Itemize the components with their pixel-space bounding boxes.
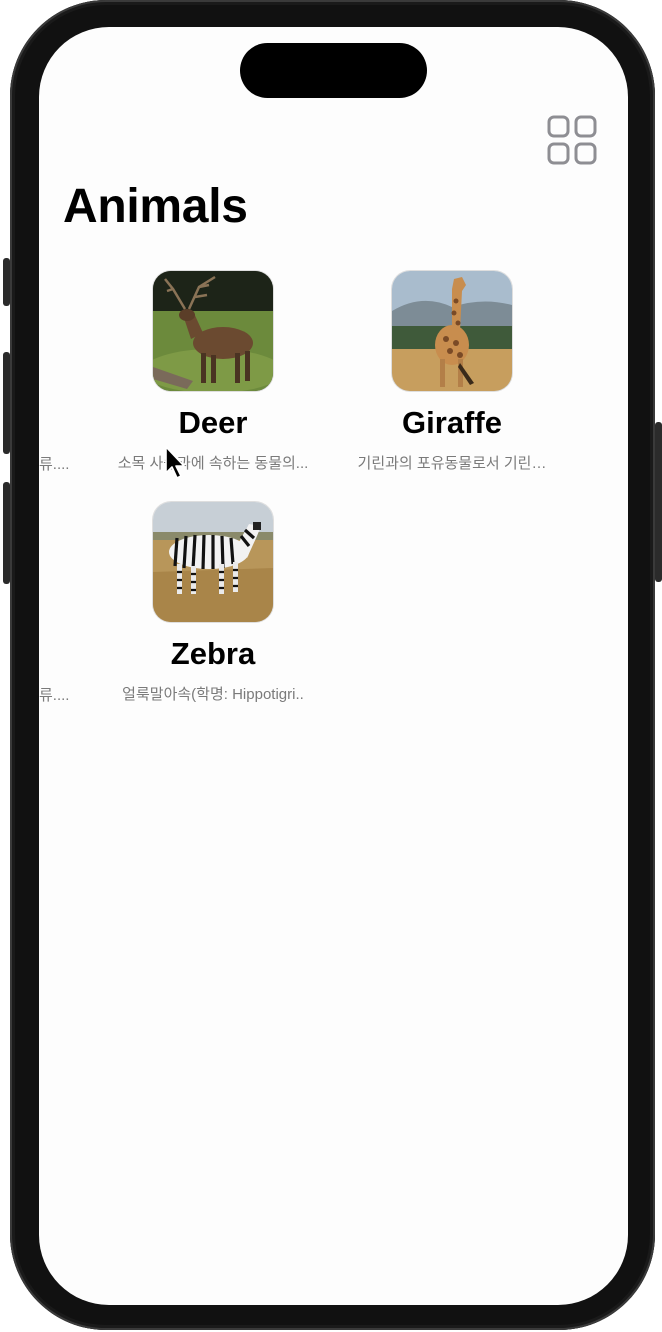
action-button xyxy=(3,258,10,306)
animal-card-deer[interactable]: Deer 소목 사슴과에 속하는 동물의... xyxy=(113,271,313,481)
giraffe-photo[interactable] xyxy=(392,271,512,391)
phone-device: Animals 류.... 류.... Deer 소목 사슴과에 속하는 동물의… xyxy=(0,0,662,1332)
animal-card-zebra[interactable]: Zebra 얼룩말아속(학명: Hippotigri.. xyxy=(113,502,313,712)
animal-description: 소목 사슴과에 속하는 동물의... xyxy=(117,455,309,472)
animal-description: 기린과의 포유동물로서 기린… xyxy=(357,455,547,472)
animal-description: 얼룩말아속(학명: Hippotigri.. xyxy=(122,686,304,703)
animal-name: Deer xyxy=(178,405,248,440)
power-button xyxy=(655,422,662,582)
volume-down-button xyxy=(3,482,10,584)
offscreen-description: 류.... xyxy=(39,687,70,704)
animal-card-giraffe[interactable]: Giraffe 기린과의 포유동물로서 기린… xyxy=(352,271,552,481)
layout-toggle-button[interactable] xyxy=(545,113,599,167)
deer-photo[interactable] xyxy=(153,271,273,391)
app-screen: Animals 류.... 류.... Deer 소목 사슴과에 속하는 동물의… xyxy=(39,27,628,1305)
offscreen-description: 류.... xyxy=(39,456,70,473)
volume-up-button xyxy=(3,352,10,454)
animal-name: Giraffe xyxy=(402,405,502,440)
page-title: Animals xyxy=(63,180,248,233)
zebra-photo[interactable] xyxy=(153,502,273,622)
animal-name: Zebra xyxy=(170,636,256,671)
grid-2x2-icon xyxy=(547,115,597,165)
dynamic-island xyxy=(240,43,427,98)
